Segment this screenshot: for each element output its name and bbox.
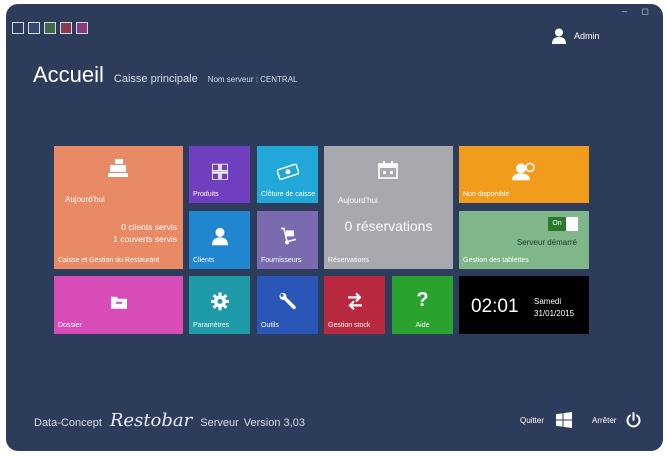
product-version: Version 3,03 xyxy=(243,417,305,429)
tile-non-disponible-label: Non disponible xyxy=(463,191,510,198)
caisse-today: Aujourd'hui xyxy=(65,195,105,204)
swap-arrows-icon xyxy=(347,292,362,311)
tablettes-toggle[interactable]: On xyxy=(548,217,578,231)
product-name: Restobar xyxy=(109,410,193,431)
tile-aide[interactable]: ? Aide xyxy=(392,276,453,334)
tile-cloture-label: Clôture de caisse xyxy=(261,191,316,198)
tile-gestion-des-tablettes[interactable]: On Serveur démarré Gestion des tablettes xyxy=(459,211,589,269)
tile-outils-label: Outils xyxy=(261,322,279,329)
tile-reservations[interactable]: Aujourd'hui 0 réservations Réservations xyxy=(324,146,453,269)
tablettes-status: Serveur démarré xyxy=(516,238,577,247)
tile-produits[interactable]: Produits xyxy=(189,146,250,203)
tile-aide-label: Aide xyxy=(415,322,430,329)
tile-outils[interactable]: Outils xyxy=(257,276,318,334)
reservations-count: 0 réservations xyxy=(344,218,433,234)
tile-clock: 02:01 Samedi 31/01/2015 xyxy=(459,276,589,334)
tile-non-disponible[interactable]: Non disponible xyxy=(459,146,589,203)
window-controls[interactable]: – ◻ xyxy=(622,6,655,17)
theme-swatch-4[interactable] xyxy=(60,22,72,34)
windows-logo-icon[interactable] xyxy=(556,412,573,428)
company-name: Data-Concept xyxy=(34,417,102,429)
user-icon xyxy=(552,28,566,44)
theme-swatch-3[interactable] xyxy=(44,22,56,34)
reservations-today: Aujourd'hui xyxy=(338,196,378,205)
tablettes-toggle-on: On xyxy=(548,217,566,231)
tile-tablettes-label: Gestion des tablettes xyxy=(463,257,529,264)
tile-gestion-stock[interactable]: Gestion stock xyxy=(324,276,385,334)
stop-label[interactable]: Arrêter xyxy=(592,416,616,425)
app-window: – ◻ Admin Accueil Caisse principale Nom … xyxy=(6,4,663,451)
footer-actions: Quitter Arrêter xyxy=(520,412,641,428)
theme-swatch-2[interactable] xyxy=(28,22,40,34)
power-icon[interactable] xyxy=(626,412,641,428)
gear-icon xyxy=(210,292,229,311)
clock-time: 02:01 xyxy=(471,296,519,317)
theme-swatches xyxy=(12,22,88,34)
page-subtitle: Caisse principale xyxy=(113,73,198,85)
support-agent-icon xyxy=(512,162,535,180)
server-name: Nom serveur : CENTRAL xyxy=(207,75,298,84)
tile-clients-label: Clients xyxy=(193,257,215,264)
product-edition: Serveur xyxy=(200,417,239,429)
tile-produits-label: Produits xyxy=(193,191,219,198)
tile-clients[interactable]: Clients xyxy=(189,211,250,269)
caisse-couverts-count: 1 couverts servis xyxy=(113,234,177,244)
user-name: Admin xyxy=(574,31,600,41)
tile-fournisseurs-label: Fournisseurs xyxy=(261,257,302,264)
page-header: Accueil Caisse principale Nom serveur : … xyxy=(33,62,297,88)
cash-register-icon xyxy=(108,159,128,177)
user-menu[interactable]: Admin xyxy=(552,28,600,44)
tile-reservations-label: Réservations xyxy=(328,257,369,264)
calendar-icon xyxy=(378,161,398,179)
footer-brand: Data-Concept Restobar Serveur Version 3,… xyxy=(34,410,305,431)
clock-date: 31/01/2015 xyxy=(534,309,575,318)
tile-fournisseurs[interactable]: Fournisseurs xyxy=(257,211,318,269)
clock-day: Samedi xyxy=(534,297,562,306)
caisse-clients-count: 0 clients servis xyxy=(121,222,177,232)
tile-parametres-label: Paramètres xyxy=(193,322,230,329)
theme-swatch-5[interactable] xyxy=(76,22,88,34)
theme-swatch-1[interactable] xyxy=(12,22,24,34)
folder-icon xyxy=(110,296,127,309)
money-icon xyxy=(276,163,299,180)
tile-dossier-label: Dossier xyxy=(58,322,82,329)
tile-caisse[interactable]: Aujourd'hui 0 clients servis 1 couverts … xyxy=(54,146,183,269)
page-title: Accueil xyxy=(33,62,104,87)
tile-caisse-label: Caisse et Gestion du Restaurant xyxy=(58,257,160,264)
wrench-icon xyxy=(279,292,296,310)
tile-cloture-de-caisse[interactable]: Clôture de caisse xyxy=(257,146,318,203)
dolly-icon xyxy=(280,227,296,245)
quit-label[interactable]: Quitter xyxy=(520,416,544,425)
question-icon: ? xyxy=(416,288,429,311)
grid-icon xyxy=(211,163,228,180)
tile-dossier[interactable]: Dossier xyxy=(54,276,183,334)
person-icon xyxy=(211,227,228,246)
tile-parametres[interactable]: Paramètres xyxy=(189,276,250,334)
tile-stock-label: Gestion stock xyxy=(328,322,371,329)
